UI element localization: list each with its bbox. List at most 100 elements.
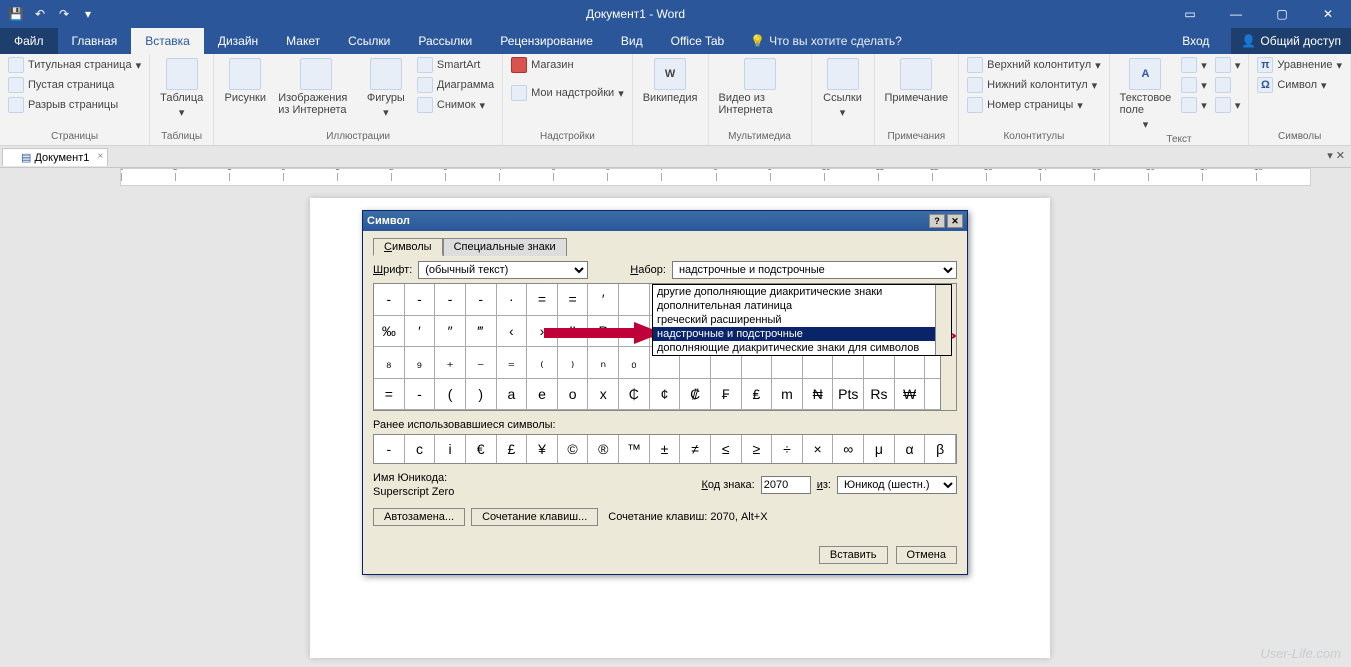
shortcut-button[interactable]: Сочетание клавиш... [471, 508, 598, 526]
dialog-close-icon[interactable]: ✕ [947, 214, 963, 228]
tab-file[interactable]: Файл [0, 28, 58, 54]
tabstrip-menu-icon[interactable]: ▾ ✕ [1327, 149, 1345, 162]
pictures-button[interactable]: Рисунки [220, 56, 270, 106]
dialog-tab-symbols[interactable]: Символы [373, 238, 443, 256]
recent-symbol-cell[interactable]: β [925, 435, 956, 463]
tab-design[interactable]: Дизайн [204, 28, 272, 54]
code-input[interactable] [761, 476, 811, 494]
maximize-icon[interactable]: ▢ [1259, 0, 1305, 28]
symbol-cell[interactable]: ( [435, 379, 466, 411]
recent-symbol-cell[interactable]: α [895, 435, 926, 463]
recent-symbol-cell[interactable]: € [466, 435, 497, 463]
recent-symbol-cell[interactable]: ® [588, 435, 619, 463]
online-pictures-button[interactable]: Изображения из Интернета [274, 56, 357, 118]
online-video-button[interactable]: Видео из Интернета [715, 56, 805, 118]
symbol-cell[interactable]: ‴ [466, 316, 497, 348]
symbol-cell[interactable]: ₀ [619, 347, 650, 379]
recent-symbol-cell[interactable]: × [803, 435, 834, 463]
recent-symbol-cell[interactable]: ± [650, 435, 681, 463]
my-addins-button[interactable]: Мои надстройки ▾ [509, 84, 626, 102]
recent-symbols[interactable]: -ci€£¥©®™±≠≤≥÷×∞μαβ [373, 434, 957, 464]
symbol-cell[interactable]: x [588, 379, 619, 411]
recent-symbol-cell[interactable]: ≠ [680, 435, 711, 463]
close-icon[interactable]: ✕ [1305, 0, 1351, 28]
symbol-cell[interactable]: · [497, 284, 528, 316]
from-select[interactable]: Юникод (шестн.) [837, 476, 957, 494]
dropcap-button[interactable]: ▾ [1179, 96, 1209, 114]
symbol-cell[interactable]: ₌ [497, 347, 528, 379]
symbol-cell[interactable]: ″ [435, 316, 466, 348]
recent-symbol-cell[interactable]: i [435, 435, 466, 463]
recent-symbol-cell[interactable]: μ [864, 435, 895, 463]
symbol-cell[interactable]: o [558, 379, 589, 411]
object-button[interactable]: ▾ [1213, 96, 1243, 114]
insert-button[interactable]: Вставить [819, 546, 888, 564]
dialog-titlebar[interactable]: Символ ? ✕ [363, 211, 967, 231]
page-break-button[interactable]: Разрыв страницы [6, 96, 143, 114]
quickparts-button[interactable]: ▾ [1179, 56, 1209, 74]
symbol-cell[interactable]: ) [466, 379, 497, 411]
symbol-cell[interactable]: ¢ [650, 379, 681, 411]
symbol-cell[interactable]: = [374, 379, 405, 411]
undo-icon[interactable]: ↶ [32, 6, 48, 22]
set-select[interactable]: надстрочные и подстрочные [672, 261, 957, 279]
symbol-cell[interactable]: - [405, 284, 436, 316]
signature-button[interactable]: ▾ [1213, 56, 1243, 74]
dropdown-option[interactable]: дополнительная латиница [653, 299, 951, 313]
symbol-cell[interactable]: ₡ [680, 379, 711, 411]
cancel-button[interactable]: Отмена [896, 546, 957, 564]
equation-button[interactable]: πУравнение ▾ [1255, 56, 1344, 74]
symbol-cell[interactable]: m [772, 379, 803, 411]
recent-symbol-cell[interactable]: c [405, 435, 436, 463]
shapes-button[interactable]: Фигуры▾ [361, 56, 411, 121]
recent-symbol-cell[interactable]: ∞ [833, 435, 864, 463]
symbol-cell[interactable]: ′ [405, 316, 436, 348]
page-number-button[interactable]: Номер страницы ▾ [965, 96, 1102, 114]
textbox-button[interactable]: AТекстовое поле▾ [1116, 56, 1176, 133]
minimize-icon[interactable]: — [1213, 0, 1259, 28]
symbol-button[interactable]: ΩСимвол ▾ [1255, 76, 1344, 94]
symbol-cell[interactable]: a [497, 379, 528, 411]
datetime-button[interactable] [1213, 76, 1243, 94]
font-select[interactable]: (обычный текст) [418, 261, 588, 279]
dialog-help-icon[interactable]: ? [929, 214, 945, 228]
dropdown-option[interactable]: греческий расширенный [653, 313, 951, 327]
symbol-cell[interactable]: ‹ [497, 316, 528, 348]
document-tab[interactable]: ▤ Документ1 × [2, 148, 108, 166]
recent-symbol-cell[interactable]: ≤ [711, 435, 742, 463]
symbol-cell[interactable]: ₎ [558, 347, 589, 379]
blank-page-button[interactable]: Пустая страница [6, 76, 143, 94]
tab-references[interactable]: Ссылки [334, 28, 404, 54]
cover-page-button[interactable]: Титульная страница ▾ [6, 56, 143, 74]
dialog-tab-special[interactable]: Специальные знаки [443, 238, 567, 256]
header-button[interactable]: Верхний колонтитул ▾ [965, 56, 1102, 74]
recent-symbol-cell[interactable]: ≥ [742, 435, 773, 463]
recent-symbol-cell[interactable]: - [374, 435, 405, 463]
dropdown-option[interactable]: другие дополняющие диакритические знаки [653, 285, 951, 299]
symbol-cell[interactable]: ₈ [374, 347, 405, 379]
store-button[interactable]: Магазин [509, 56, 626, 74]
links-button[interactable]: Ссылки▾ [818, 56, 868, 121]
symbol-cell[interactable]: ₋ [466, 347, 497, 379]
symbol-cell[interactable]: = [558, 284, 589, 316]
symbol-cell[interactable]: - [466, 284, 497, 316]
symbol-cell[interactable]: ₉ [405, 347, 436, 379]
tab-mailings[interactable]: Рассылки [404, 28, 486, 54]
symbol-cell[interactable]: ₩ [895, 379, 926, 411]
tell-me[interactable]: 💡Что вы хотите сделать? [738, 28, 914, 54]
sign-in[interactable]: Вход [1168, 34, 1223, 48]
symbol-cell[interactable]: e [527, 379, 558, 411]
tab-insert[interactable]: Вставка [131, 28, 204, 54]
comment-button[interactable]: Примечание [881, 56, 953, 106]
smartart-button[interactable]: SmartArt [415, 56, 496, 74]
save-icon[interactable]: 💾 [8, 6, 24, 22]
symbol-cell[interactable]: ₵ [619, 379, 650, 411]
recent-symbol-cell[interactable]: ¥ [527, 435, 558, 463]
symbol-grid[interactable]: другие дополняющие диакритические знакид… [373, 283, 957, 411]
dropdown-option[interactable]: дополняющие диакритические знаки для сим… [653, 341, 951, 355]
symbol-cell[interactable]: ₊ [435, 347, 466, 379]
redo-icon[interactable]: ↷ [56, 6, 72, 22]
set-dropdown-list[interactable]: другие дополняющие диакритические знакид… [652, 284, 952, 356]
tab-officetab[interactable]: Office Tab [657, 28, 739, 54]
symbol-cell[interactable]: ₦ [803, 379, 834, 411]
